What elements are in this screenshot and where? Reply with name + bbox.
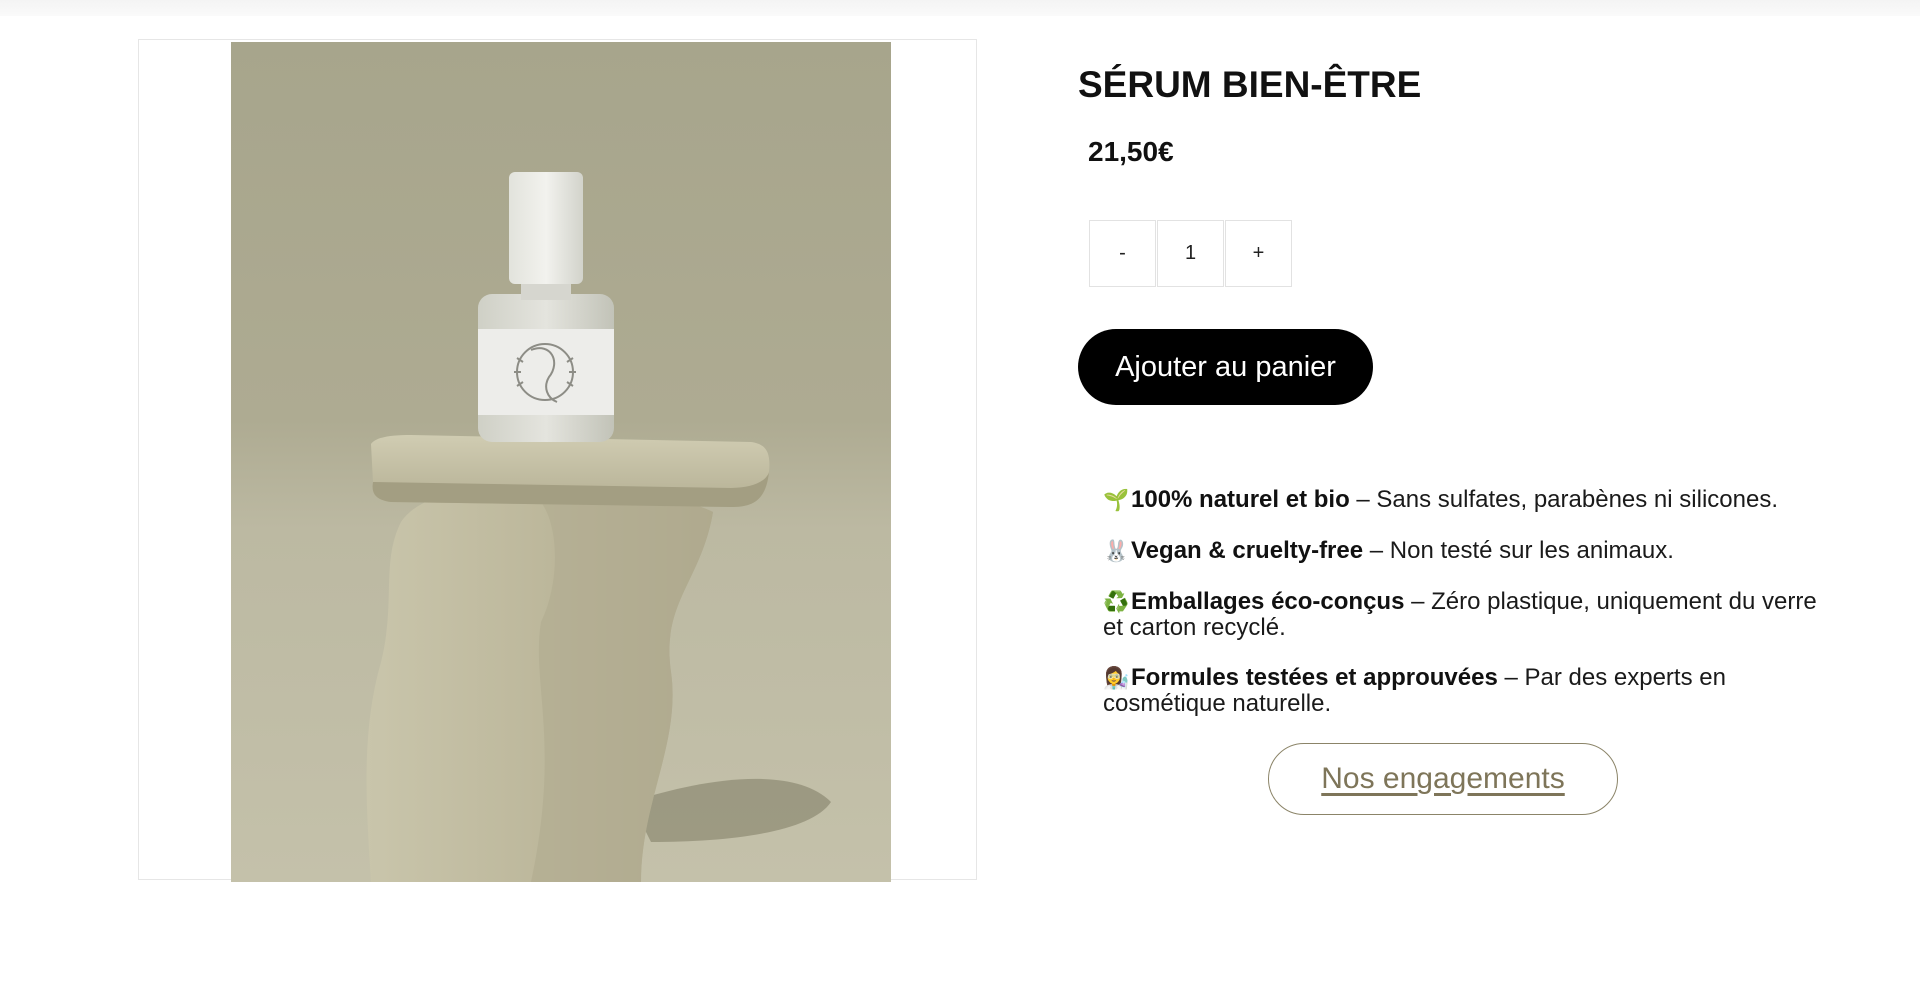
recycle-icon: ♻️ xyxy=(1103,590,1130,614)
feature-item: 🌱100% naturel et bio – Sans sulfates, pa… xyxy=(1103,487,1823,513)
quantity-increase-button[interactable]: + xyxy=(1225,220,1292,287)
seedling-icon: 🌱 xyxy=(1103,488,1130,512)
add-to-cart-button[interactable]: Ajouter au panier xyxy=(1078,329,1373,405)
quantity-input[interactable] xyxy=(1157,220,1224,287)
serum-bottle-image xyxy=(366,172,831,882)
feature-title: Vegan & cruelty-free xyxy=(1131,537,1364,564)
engagements-link[interactable]: Nos engagements xyxy=(1268,743,1618,815)
product-photo[interactable] xyxy=(231,42,891,882)
product-price: 21,50€ xyxy=(1088,136,1174,167)
feature-title: 100% naturel et bio xyxy=(1131,486,1350,513)
rabbit-icon: 🐰 xyxy=(1103,539,1130,563)
feature-title: Emballages éco-conçus xyxy=(1131,588,1405,615)
product-title: SÉRUM BIEN-ÊTRE xyxy=(1078,64,1422,105)
quantity-stepper: - + xyxy=(1089,220,1293,288)
feature-list: 🌱100% naturel et bio – Sans sulfates, pa… xyxy=(1103,487,1823,741)
scientist-icon: 👩‍🔬 xyxy=(1103,666,1130,690)
quantity-decrease-button[interactable]: - xyxy=(1089,220,1156,287)
feature-item: ♻️Emballages éco-conçus – Zéro plastique… xyxy=(1103,589,1823,640)
feature-text: – Non testé sur les animaux. xyxy=(1363,537,1674,564)
feature-item: 👩‍🔬Formules testées et approuvées – Par … xyxy=(1103,665,1823,716)
feature-item: 🐰Vegan & cruelty-free – Non testé sur le… xyxy=(1103,538,1823,564)
feature-title: Formules testées et approuvées xyxy=(1131,664,1498,691)
feature-text: – Sans sulfates, parabènes ni silicones. xyxy=(1349,486,1778,513)
top-strip xyxy=(0,0,1920,16)
product-image-frame xyxy=(138,39,977,882)
